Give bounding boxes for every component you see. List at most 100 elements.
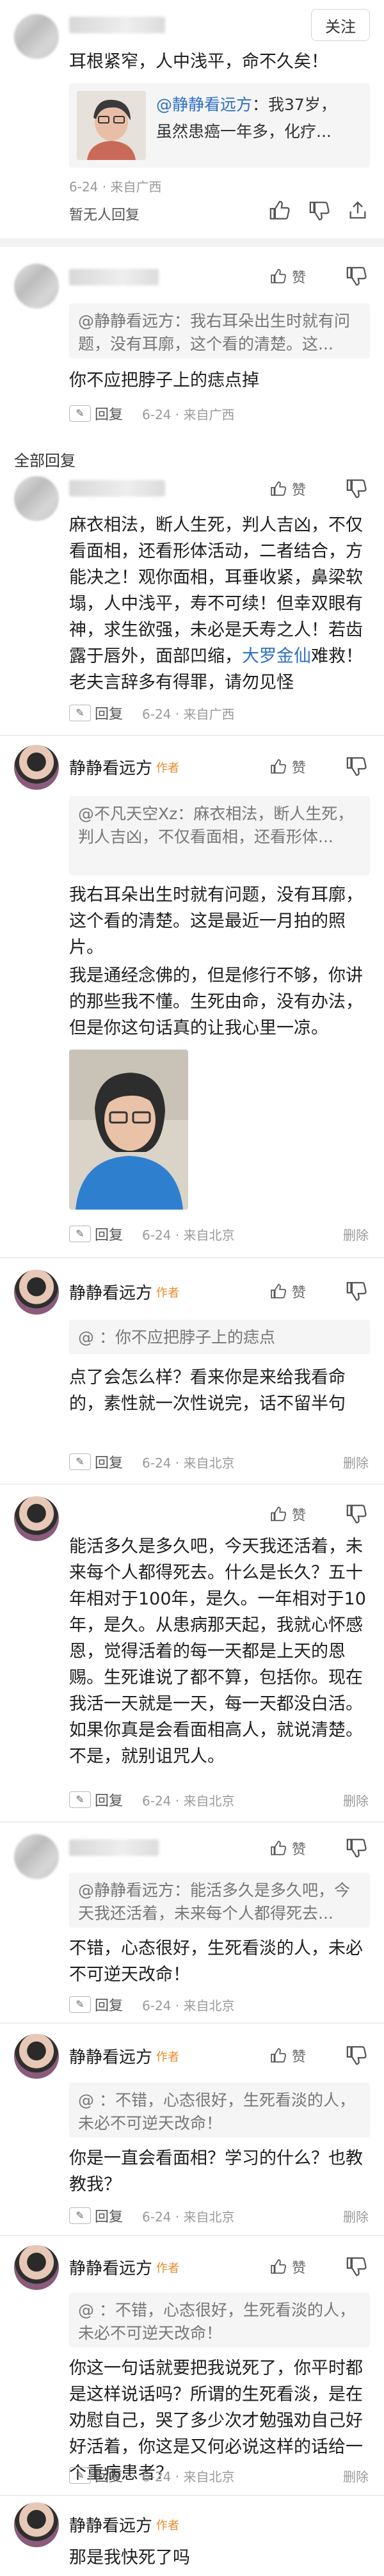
divider — [0, 2022, 384, 2024]
reply-button[interactable]: ✎ 回复 — [69, 403, 123, 424]
author-name[interactable]: 静静看远方 — [69, 1280, 152, 1304]
divider — [0, 735, 384, 736]
author-tag: 作者 — [156, 2262, 179, 2275]
reply-button[interactable]: ✎ 回复 — [69, 2465, 123, 2486]
author-tag: 作者 — [156, 2051, 179, 2064]
commenter-avatar[interactable] — [14, 264, 59, 308]
divider — [0, 2495, 384, 2496]
author-avatar[interactable] — [14, 2245, 59, 2290]
author-name[interactable]: 静静看远方 — [69, 2044, 152, 2068]
author-tag: 作者 — [156, 762, 179, 775]
reply-icon: ✎ — [69, 1453, 91, 1470]
reply-button[interactable]: ✎ 回复 — [69, 1789, 123, 1810]
comment-text-part: 麻衣相法，断人生死，判人吉凶，不仅看面相，还看形体活动，二者结合，方能决之！观你… — [69, 515, 363, 666]
like-icon — [271, 269, 286, 284]
quoted-comment[interactable]: @静静看远方：能活多久是多久吧，今天我还活着，未来每个人都得死去... — [69, 1873, 370, 1928]
share-icon[interactable] — [347, 200, 369, 221]
commenter-name-blurred[interactable] — [69, 480, 165, 497]
commenter-name-blurred[interactable] — [69, 269, 159, 285]
dislike-icon[interactable] — [346, 477, 367, 499]
dislike-icon[interactable] — [346, 2044, 367, 2066]
dislike-icon[interactable] — [346, 755, 367, 777]
comment-text: 我是通经念佛的，但是修行不够，你讲的那些我不懂。生死由命，没有办法，但是你这句话… — [69, 966, 363, 1038]
like-button[interactable]: 赞 — [270, 756, 306, 777]
like-button[interactable]: 赞 — [270, 266, 306, 287]
like-button[interactable]: 赞 — [270, 1504, 306, 1524]
quoted-post[interactable]: @静静看远方：我37岁， 虽然患癌一年多，化疗... — [69, 83, 370, 168]
author-tag: 作者 — [156, 2519, 179, 2532]
author-name[interactable]: 静静看远方 — [69, 2255, 152, 2279]
follow-button[interactable]: 关注 — [311, 9, 370, 41]
delete-button[interactable]: 删除 — [343, 1225, 369, 1244]
reply-label: 回复 — [95, 1998, 124, 2014]
author-name[interactable]: 静静看远方 — [69, 2513, 152, 2536]
quoted-comment[interactable]: @ ：你不应把脖子上的痣点 — [69, 1320, 370, 1354]
commenter-avatar[interactable] — [14, 1834, 59, 1879]
like-label: 赞 — [292, 270, 307, 286]
comment-photo[interactable] — [69, 1050, 188, 1210]
quoted-comment[interactable]: @ ：不错，心态很好，生死看淡的人，未必不可逆天改命！ — [69, 2083, 370, 2138]
comment-text: 点了会怎么样？看来你是来给我看命的，素性就一次性说完，话不留半句 — [69, 1368, 346, 1414]
reply-icon: ✎ — [69, 1226, 91, 1242]
reply-button[interactable]: ✎ 回复 — [69, 1994, 123, 2015]
comment-meta: 6-24 · 来自北京 — [142, 1228, 235, 1243]
no-reply-label: 暂无人回复 — [69, 207, 140, 223]
dislike-icon[interactable] — [346, 1280, 367, 1302]
reply-icon: ✎ — [69, 405, 91, 422]
reply-button[interactable]: ✎ 回复 — [69, 2205, 123, 2226]
author-name[interactable]: 静静看远方 — [69, 755, 152, 779]
like-icon — [271, 1284, 286, 1299]
commenter-avatar[interactable] — [14, 14, 59, 59]
commenter-avatar[interactable] — [14, 476, 59, 521]
like-button[interactable]: 赞 — [270, 479, 306, 499]
like-button[interactable]: 赞 — [270, 2045, 306, 2066]
delete-button[interactable]: 删除 — [343, 2467, 369, 2485]
like-label: 赞 — [292, 2260, 307, 2276]
comment-text: 那是我快死了吗 — [69, 2548, 190, 2568]
quoted-comment[interactable]: @不凡天空Xz：麻衣相法，断人生死，判人吉凶，不仅看面相，还看形体... — [69, 796, 370, 876]
reply-button[interactable]: ✎ 回复 — [69, 1452, 123, 1472]
author-tag: 作者 — [156, 1286, 179, 1300]
commenter-name-blurred[interactable] — [69, 17, 165, 33]
quoted-comment[interactable]: @ ：不错，心态很好，生死看淡的人，未必不可逆天改命！ — [69, 2292, 370, 2348]
reply-button[interactable]: ✎ 回复 — [69, 703, 123, 723]
like-label: 赞 — [292, 1285, 307, 1301]
comment-text: 耳根紧窄，人中浅平，命不久矣！ — [69, 52, 328, 72]
divider — [0, 1257, 384, 1258]
delete-button[interactable]: 删除 — [343, 1791, 369, 1809]
comment-text: 不错，心态很好，生死看淡的人，未必不可逆天改命！ — [69, 1939, 363, 1985]
comment-meta: 6-24 · 来自广西 — [142, 407, 235, 422]
quoted-post-thumbnail — [77, 91, 146, 160]
dislike-icon[interactable] — [346, 1837, 367, 1859]
dislike-icon[interactable] — [346, 1503, 367, 1524]
commenter-name-blurred[interactable] — [69, 1839, 159, 1856]
dislike-icon[interactable] — [346, 2255, 367, 2277]
reply-button[interactable]: ✎ 回复 — [69, 1224, 123, 1244]
like-button[interactable]: 赞 — [270, 2257, 306, 2277]
reply-label: 回复 — [95, 407, 124, 423]
author-avatar[interactable] — [14, 2502, 59, 2547]
section-title-all-replies: 全部回复 — [14, 452, 76, 470]
reply-icon: ✎ — [69, 1791, 91, 1808]
author-avatar[interactable] — [14, 745, 59, 790]
like-icon — [271, 2048, 286, 2063]
quoted-comment[interactable]: @静静看远方：我右耳朵出生时就有问题，没有耳廓，这个看的清楚。这... — [69, 303, 370, 358]
reply-label: 回复 — [95, 2209, 124, 2225]
author-avatar[interactable] — [14, 1496, 59, 1541]
divider — [0, 1484, 384, 1485]
like-icon[interactable] — [269, 200, 291, 221]
like-button[interactable]: 赞 — [270, 1838, 306, 1859]
comment-text: 我右耳朵出生时就有问题，没有耳廓，这个看的清楚。这是最近一月拍的照片。 — [69, 885, 363, 957]
quoted-author[interactable]: @静静看远方 — [156, 95, 252, 114]
comment-meta: 6-24 · 来自广西 — [69, 179, 162, 195]
mention-link[interactable]: 大罗金仙 — [242, 646, 311, 666]
reply-label: 回复 — [95, 707, 124, 723]
author-avatar[interactable] — [14, 2034, 59, 2079]
delete-button[interactable]: 删除 — [343, 1453, 369, 1471]
dislike-icon[interactable] — [346, 265, 367, 287]
delete-button[interactable]: 删除 — [343, 2207, 369, 2225]
like-icon — [271, 1507, 286, 1521]
like-button[interactable]: 赞 — [270, 1281, 306, 1302]
dislike-icon[interactable] — [308, 200, 330, 221]
author-avatar[interactable] — [14, 1270, 59, 1315]
